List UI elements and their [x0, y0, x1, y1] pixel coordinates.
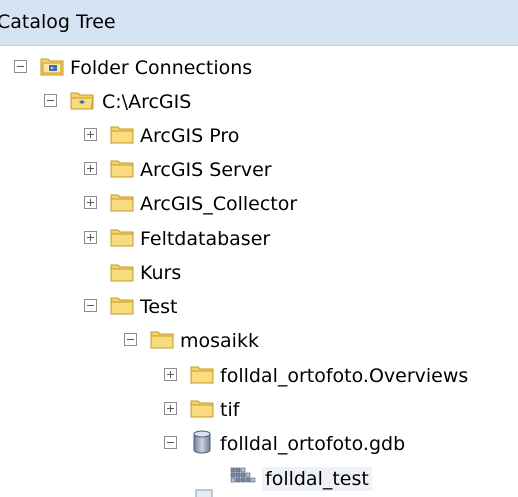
folder-icon	[110, 160, 134, 178]
folder-icon	[150, 331, 174, 349]
document-icon	[195, 489, 213, 497]
expand-toggle-arcgis-pro[interactable]	[84, 128, 97, 141]
tree-node-folder-connections[interactable]: Folder Connections	[70, 56, 252, 80]
collapse-toggle-folder-connections[interactable]	[14, 60, 27, 73]
folder-connection-icon	[70, 92, 94, 110]
tree-node-overviews[interactable]: folldal_ortofoto.Overviews	[220, 364, 468, 388]
expand-toggle-arcgis-collector[interactable]	[84, 196, 97, 209]
folder-icon	[110, 264, 134, 282]
collapse-toggle-mosaikk[interactable]	[124, 333, 137, 346]
folder-icon	[110, 126, 134, 144]
expand-toggle-feltdatabaser[interactable]	[84, 231, 97, 244]
expand-toggle-tif[interactable]	[164, 402, 177, 415]
tree-node-feltdatabaser[interactable]: Feltdatabaser	[140, 227, 270, 251]
folder-icon	[190, 400, 214, 418]
tree-node-tif[interactable]: tif	[220, 398, 239, 422]
collapse-toggle-gdb[interactable]	[164, 436, 177, 449]
folder-icon	[190, 366, 214, 384]
folder-icon	[110, 229, 134, 247]
tree-node-arcgis-pro[interactable]: ArcGIS Pro	[140, 124, 239, 148]
raster-dataset-icon	[230, 467, 256, 483]
expand-toggle-overviews[interactable]	[164, 368, 177, 381]
tree-node-folldal-test[interactable]: folldal_test	[262, 467, 372, 491]
tree-node-test[interactable]: Test	[140, 295, 177, 319]
catalog-tree: Folder Connections C:\ArcGIS ArcGIS Pro …	[0, 0, 518, 497]
expand-toggle-arcgis-server[interactable]	[84, 162, 97, 175]
folder-icon	[110, 194, 134, 212]
geodatabase-icon	[193, 430, 211, 454]
tree-node-arcgis-collector[interactable]: ArcGIS_Collector	[140, 192, 297, 216]
tree-node-mosaikk[interactable]: mosaikk	[180, 329, 259, 353]
folder-icon	[110, 297, 134, 315]
collapse-toggle-arcgis-root[interactable]	[44, 94, 57, 107]
collapse-toggle-test[interactable]	[84, 299, 97, 312]
folder-connection-icon	[40, 58, 64, 76]
tree-node-arcgis-root[interactable]: C:\ArcGIS	[102, 90, 191, 114]
tree-node-kurs[interactable]: Kurs	[140, 261, 181, 285]
tree-node-arcgis-server[interactable]: ArcGIS Server	[140, 158, 272, 182]
tree-node-gdb[interactable]: folldal_ortofoto.gdb	[220, 432, 405, 456]
